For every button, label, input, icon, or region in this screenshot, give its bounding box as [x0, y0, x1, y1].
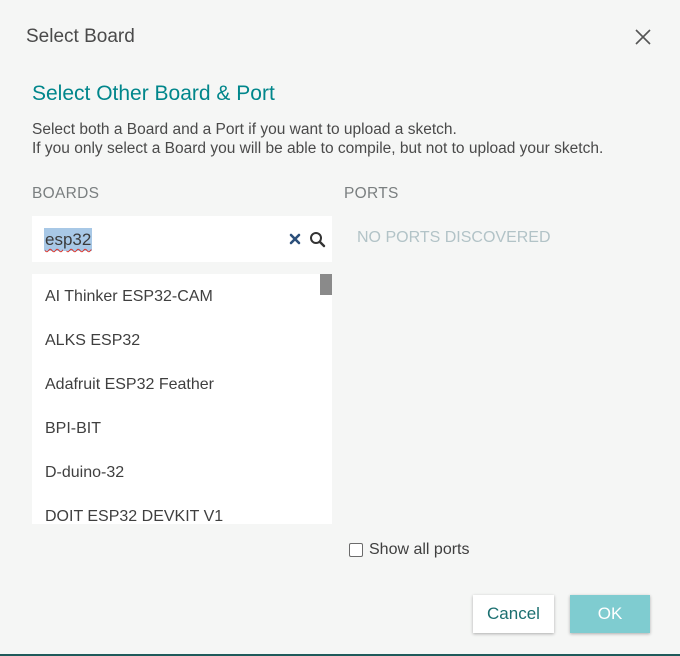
ok-button[interactable]: OK: [570, 595, 650, 633]
board-list-item[interactable]: D-duino-32: [45, 464, 124, 482]
board-list-item[interactable]: DOIT ESP32 DEVKIT V1: [45, 508, 223, 524]
description: Select both a Board and a Port if you wa…: [32, 120, 603, 158]
boards-label: BOARDS: [32, 185, 100, 202]
scrollbar-thumb[interactable]: [320, 274, 332, 295]
ports-label: PORTS: [344, 185, 399, 202]
search-input-value[interactable]: esp32: [44, 228, 93, 251]
show-all-ports[interactable]: Show all ports: [349, 541, 470, 559]
board-list-item[interactable]: BPI-BIT: [45, 420, 101, 438]
show-all-ports-checkbox[interactable]: [349, 543, 363, 557]
cancel-button[interactable]: Cancel: [473, 595, 554, 633]
board-list-item[interactable]: AI Thinker ESP32-CAM: [45, 288, 213, 306]
board-list[interactable]: AI Thinker ESP32-CAM ALKS ESP32 Adafruit…: [32, 274, 332, 524]
clear-icon[interactable]: [288, 232, 302, 246]
search-icon: [309, 231, 326, 248]
no-ports-message: NO PORTS DISCOVERED: [357, 229, 551, 246]
dialog-title: Select Board: [26, 26, 135, 47]
board-list-item[interactable]: ALKS ESP32: [45, 332, 140, 350]
show-all-ports-label: Show all ports: [369, 541, 470, 558]
description-line-2: If you only select a Board you will be a…: [32, 140, 604, 157]
section-heading: Select Other Board & Port: [32, 82, 275, 105]
board-search-input[interactable]: esp32: [32, 216, 332, 262]
select-board-dialog: Select Board Select Other Board & Port S…: [0, 0, 680, 656]
description-line-1: Select both a Board and a Port if you wa…: [32, 121, 457, 138]
close-icon[interactable]: [633, 27, 653, 47]
board-list-item[interactable]: Adafruit ESP32 Feather: [45, 376, 214, 394]
